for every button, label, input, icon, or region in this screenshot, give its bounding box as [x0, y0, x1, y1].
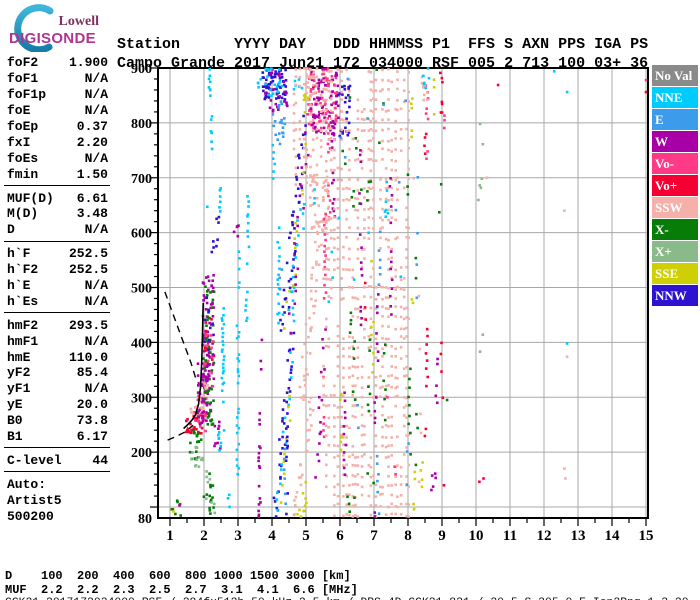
x-tick-label: 3 [234, 528, 242, 544]
ionogram-plot: 900800700600500400300200801 2 3 4 5 6 7 8 9 10 11 1… [131, 62, 654, 544]
echo-cluster-ssw [412, 176, 415, 180]
x-tick-label: 11 [503, 528, 517, 544]
x-tick-label: 8 [404, 528, 412, 544]
x-tick-label: 14 [605, 528, 621, 544]
y-tick-label: 500 [131, 282, 152, 297]
y-tick-label: 600 [131, 227, 152, 242]
x-tick-label: 1 [166, 528, 174, 544]
y-tick-label: 80 [138, 512, 152, 527]
echo-cluster-vo- [386, 396, 389, 399]
x-tick-label: 5 [302, 528, 310, 544]
x-tick-label: 9 [438, 528, 446, 544]
x-tick-label: 4 [268, 528, 276, 544]
x-tick-label: 12 [537, 528, 552, 544]
y-tick-label: 900 [131, 62, 152, 77]
y-tick-label: 300 [131, 391, 152, 406]
plot-area [158, 68, 648, 518]
y-tick-label: 800 [131, 117, 152, 132]
y-tick-label: 400 [131, 336, 152, 351]
x-tick-label: 15 [639, 528, 654, 544]
ionogram-app: Lowell DIGISONDE Station YYYY DAY DDD HH… [0, 0, 700, 600]
echo-cluster-nne [206, 205, 209, 209]
x-tick-label: 6 [336, 528, 344, 544]
x-tick-label: 10 [469, 528, 484, 544]
y-tick-label: 700 [131, 172, 152, 187]
muf-scale-row: MUF 2.2 2.2 2.3 2.5 2.7 3.1 4.1 6.6 [MHz… [5, 583, 358, 597]
distance-scale-row: D 100 200 400 600 800 1000 1500 3000 [km… [5, 569, 351, 583]
x-tick-label: 2 [200, 528, 208, 544]
x-tick-label: 7 [370, 528, 378, 544]
x-tick-label: 13 [571, 528, 586, 544]
echo-cluster-vo+ [442, 484, 446, 487]
y-tick-label: 200 [131, 446, 152, 461]
